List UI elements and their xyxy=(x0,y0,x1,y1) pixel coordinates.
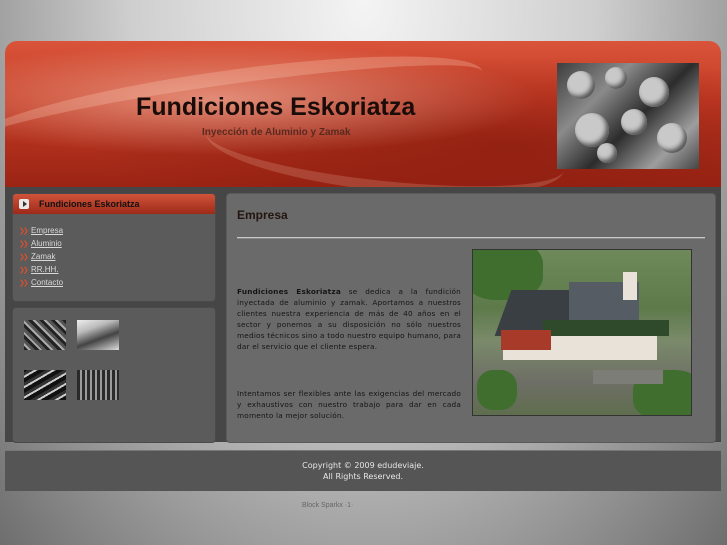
second-paragraph: Intentamos ser flexibles ante las exigen… xyxy=(237,389,461,420)
nav-item-aluminio: ❯❯ Aluminio xyxy=(19,237,215,250)
intro-paragraph: Fundiciones Eskoriatza se dedica a la fu… xyxy=(237,286,461,352)
metal-parts-photo xyxy=(557,63,699,169)
gallery-thumbnail[interactable] xyxy=(24,370,66,400)
factory-aerial-photo xyxy=(472,249,692,416)
nav-item-zamak: ❯❯ Zamak xyxy=(19,250,215,263)
sidebar-nav: ❯❯ Empresa ❯❯ Aluminio ❯❯ Zamak ❯❯ RR.HH… xyxy=(13,224,215,289)
template-credit-link[interactable]: Block Sparkx ·1· xyxy=(302,502,353,509)
nav-link-contacto[interactable]: Contacto xyxy=(31,278,63,287)
gallery-thumbnail[interactable] xyxy=(24,320,66,350)
site-header: Fundiciones Eskoriatza Inyección de Alum… xyxy=(5,41,721,187)
nav-link-zamak[interactable]: Zamak xyxy=(31,252,55,261)
double-arrow-icon: ❯❯ xyxy=(19,226,29,235)
double-arrow-icon: ❯❯ xyxy=(19,239,29,248)
nav-link-empresa[interactable]: Empresa xyxy=(31,226,63,235)
rights-text: All Rights Reserved. xyxy=(322,472,403,481)
sidebar-menu-title: Fundiciones Eskoriatza xyxy=(39,199,140,209)
site-title: Fundiciones Eskoriatza xyxy=(136,93,416,121)
sidebar-gallery xyxy=(12,307,216,443)
sidebar-menu-header: Fundiciones Eskoriatza xyxy=(13,194,215,214)
copyright-text: Copyright © 2009 edudeviaje. xyxy=(302,461,424,470)
nav-item-rrhh: ❯❯ RR.HH. xyxy=(19,263,215,276)
gallery-thumbnail[interactable] xyxy=(77,320,119,350)
double-arrow-icon: ❯❯ xyxy=(19,252,29,261)
nav-link-rrhh[interactable]: RR.HH. xyxy=(31,265,59,274)
site-subtitle: Inyección de Aluminio y Zamak xyxy=(202,127,351,138)
play-icon xyxy=(19,199,29,209)
nav-item-empresa: ❯❯ Empresa xyxy=(19,224,215,237)
page-title: Empresa xyxy=(237,208,288,222)
site-footer: Copyright © 2009 edudeviaje. All Rights … xyxy=(5,450,721,491)
double-arrow-icon: ❯❯ xyxy=(19,265,29,274)
sidebar-menu: Fundiciones Eskoriatza ❯❯ Empresa ❯❯ Alu… xyxy=(12,193,216,302)
title-divider xyxy=(237,237,705,239)
main-content: Empresa Fundiciones Eskoriatza se dedica… xyxy=(226,193,716,443)
intro-text: se dedica a la fundición inyectada de al… xyxy=(237,287,461,351)
gallery-thumbnail[interactable] xyxy=(77,370,119,400)
double-arrow-icon: ❯❯ xyxy=(19,278,29,287)
page-wrapper: Fundiciones Eskoriatza Inyección de Alum… xyxy=(5,41,721,491)
nav-item-contacto: ❯❯ Contacto xyxy=(19,276,215,289)
nav-link-aluminio[interactable]: Aluminio xyxy=(31,239,62,248)
company-name: Fundiciones Eskoriatza xyxy=(237,287,341,296)
